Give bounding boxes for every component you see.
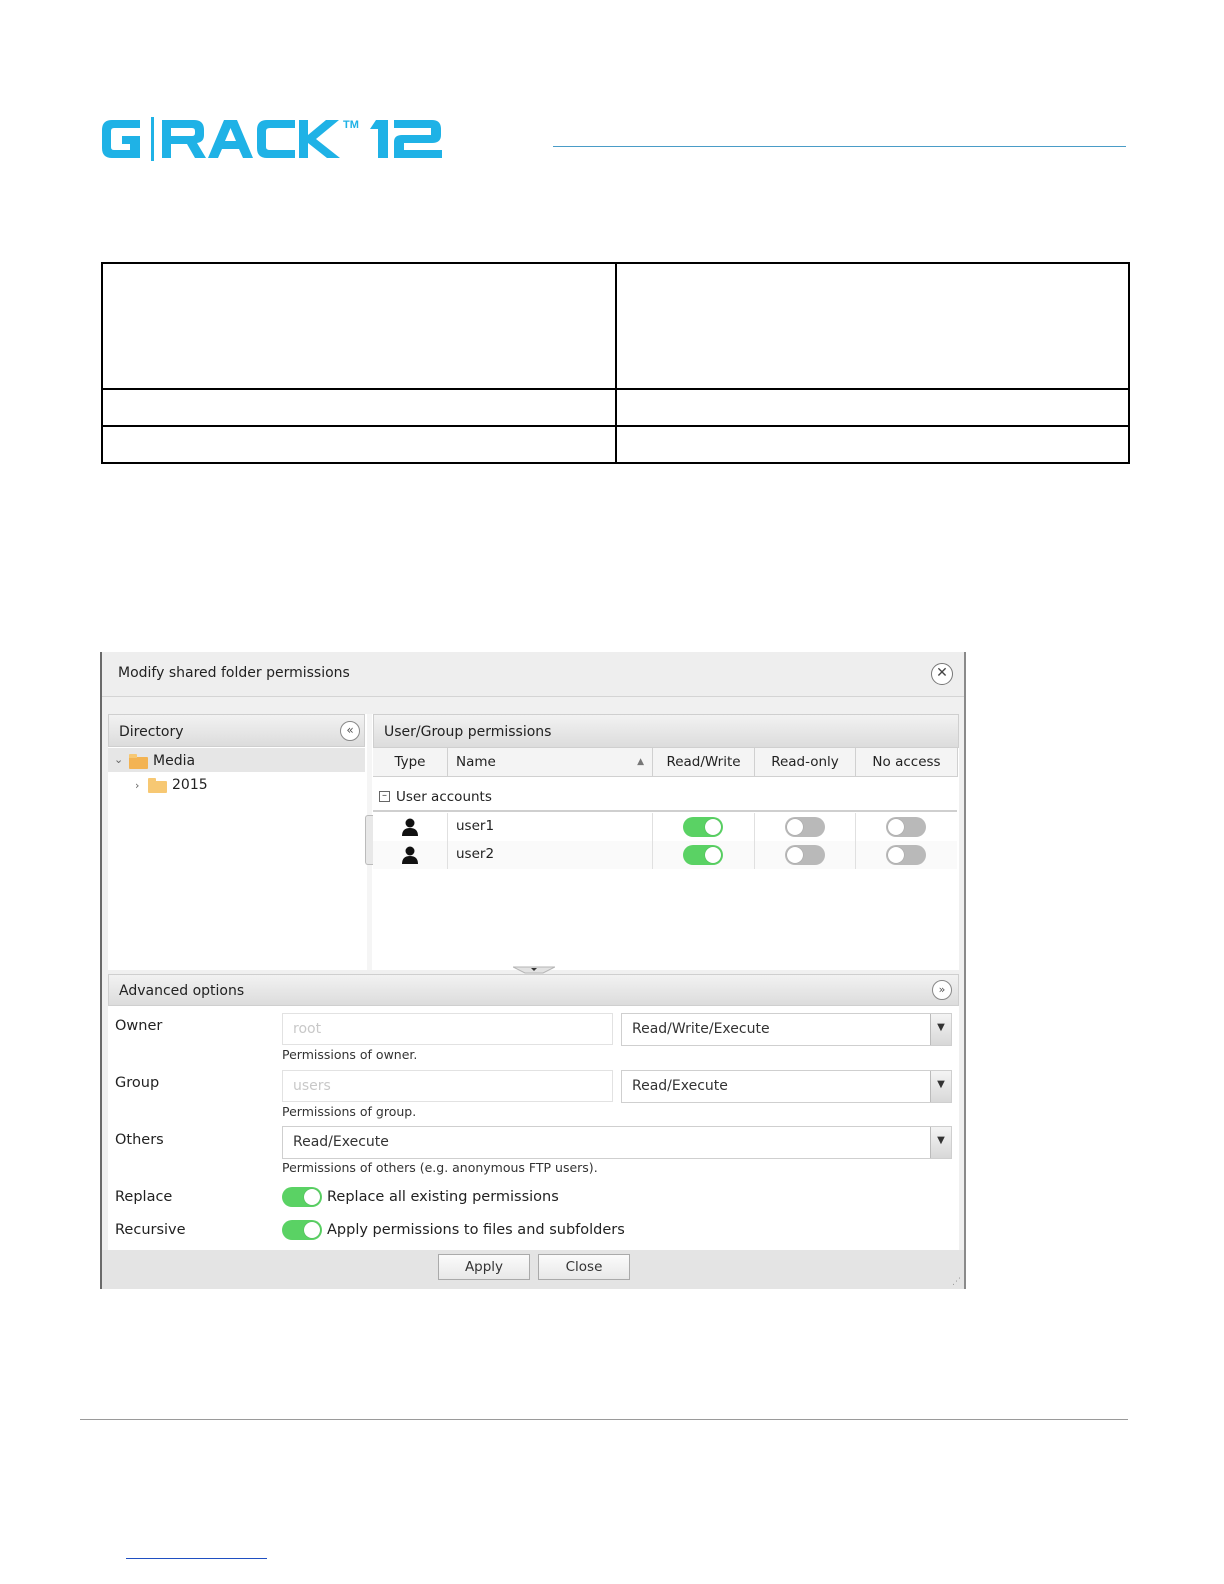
- group-label: Group: [115, 1075, 160, 1091]
- name-cell: user2: [448, 841, 653, 869]
- others-permission-select[interactable]: Read/Execute ▼: [282, 1126, 952, 1159]
- type-cell: [373, 813, 448, 841]
- group-permission-select[interactable]: Read/Execute ▼: [621, 1070, 952, 1103]
- replace-description: Replace all existing permissions: [327, 1189, 559, 1205]
- folder-open-icon: [129, 754, 148, 769]
- permissions-title: User/Group permissions: [384, 724, 552, 740]
- name-cell: user1: [448, 813, 653, 841]
- permissions-dialog: Modify shared folder permissions ✕ Direc…: [100, 652, 966, 1289]
- column-header-no-access[interactable]: No access: [856, 748, 958, 777]
- owner-permission-select[interactable]: Read/Write/Execute ▼: [621, 1013, 952, 1046]
- advanced-options-header[interactable]: Advanced options »: [108, 974, 959, 1006]
- group-input[interactable]: [282, 1070, 613, 1102]
- user-icon: [402, 846, 418, 864]
- others-permission-value: Read/Execute: [293, 1134, 389, 1150]
- expand-down-icon[interactable]: »: [932, 980, 952, 1000]
- owner-input[interactable]: [282, 1013, 613, 1045]
- dialog-footer: Apply Close ⋰: [102, 1250, 964, 1289]
- close-icon[interactable]: ✕: [931, 663, 953, 685]
- permissions-panel-header: User/Group permissions: [373, 714, 959, 748]
- side-expand-tab[interactable]: [365, 815, 373, 865]
- replace-toggle[interactable]: [282, 1187, 322, 1207]
- tree-item-media[interactable]: Media: [153, 753, 195, 769]
- table-cell: [614, 262, 1130, 390]
- table-row[interactable]: user2: [373, 841, 957, 869]
- no-access-toggle[interactable]: [886, 845, 926, 865]
- column-header-name-label: Name: [456, 754, 496, 770]
- document-table: [101, 262, 1130, 464]
- no-access-toggle[interactable]: [886, 817, 926, 837]
- resize-grip-icon[interactable]: ⋰: [952, 1277, 962, 1287]
- group-label: User accounts: [396, 789, 492, 805]
- advanced-options-title: Advanced options: [119, 983, 245, 999]
- sort-ascending-icon: ▲: [637, 757, 644, 767]
- footer-rule: [80, 1419, 1128, 1420]
- apply-button[interactable]: Apply: [438, 1254, 530, 1280]
- collapse-group-icon[interactable]: –: [379, 791, 390, 802]
- read-only-cell: [755, 841, 856, 869]
- table-cell: [614, 388, 1130, 427]
- table-cell: [101, 425, 617, 464]
- chevron-right-icon[interactable]: ›: [135, 779, 139, 792]
- read-write-toggle[interactable]: [683, 817, 723, 837]
- user-icon: [402, 818, 418, 836]
- dialog-title-bar: Modify shared folder permissions ✕: [102, 652, 964, 697]
- column-header-read-only[interactable]: Read-only: [755, 748, 856, 777]
- chevron-down-icon[interactable]: ▼: [930, 1127, 951, 1158]
- read-write-cell: [653, 813, 755, 841]
- owner-permission-value: Read/Write/Execute: [632, 1021, 770, 1037]
- directory-panel-header: Directory «: [108, 714, 365, 747]
- replace-label: Replace: [115, 1189, 173, 1205]
- chevron-down-icon[interactable]: ⌄: [114, 753, 123, 766]
- others-label: Others: [115, 1132, 164, 1148]
- no-access-cell: [856, 813, 957, 841]
- chevron-down-icon[interactable]: ▼: [930, 1071, 951, 1102]
- recursive-description: Apply permissions to files and subfolder…: [327, 1222, 625, 1238]
- others-hint: Permissions of others (e.g. anonymous FT…: [282, 1160, 598, 1175]
- column-header-name[interactable]: Name ▲: [448, 748, 653, 777]
- tree-item-2015[interactable]: 2015: [172, 777, 208, 793]
- read-only-cell: [755, 813, 856, 841]
- collapse-left-icon[interactable]: «: [340, 721, 360, 741]
- resize-handle-icon[interactable]: [513, 966, 555, 974]
- user-name: user2: [456, 846, 495, 862]
- chevron-down-icon[interactable]: ▼: [930, 1014, 951, 1045]
- owner-label: Owner: [115, 1018, 163, 1034]
- user-name: user1: [456, 818, 495, 834]
- table-row[interactable]: user1: [373, 813, 957, 841]
- recursive-toggle[interactable]: [282, 1220, 322, 1240]
- group-hint: Permissions of group.: [282, 1104, 417, 1119]
- owner-hint: Permissions of owner.: [282, 1047, 418, 1062]
- read-write-cell: [653, 841, 755, 869]
- column-header-read-write[interactable]: Read/Write: [653, 748, 755, 777]
- table-cell: [101, 388, 617, 427]
- logo-trademark: TM: [343, 119, 359, 131]
- group-permission-value: Read/Execute: [632, 1078, 728, 1094]
- footer-link-underline: [126, 1558, 267, 1559]
- header-rule: [553, 146, 1126, 147]
- close-button[interactable]: Close: [538, 1254, 630, 1280]
- read-only-toggle[interactable]: [785, 817, 825, 837]
- recursive-label: Recursive: [115, 1222, 186, 1238]
- grack-12-logo: TM: [100, 114, 445, 164]
- directory-title: Directory: [119, 724, 184, 740]
- dialog-title: Modify shared folder permissions: [118, 665, 350, 681]
- table-cell: [101, 262, 617, 390]
- read-write-toggle[interactable]: [683, 845, 723, 865]
- column-header-type[interactable]: Type: [373, 748, 448, 777]
- read-only-toggle[interactable]: [785, 845, 825, 865]
- group-row-user-accounts[interactable]: – User accounts: [373, 784, 957, 812]
- table-cell: [614, 425, 1130, 464]
- no-access-cell: [856, 841, 957, 869]
- folder-icon: [148, 778, 167, 793]
- type-cell: [373, 841, 448, 869]
